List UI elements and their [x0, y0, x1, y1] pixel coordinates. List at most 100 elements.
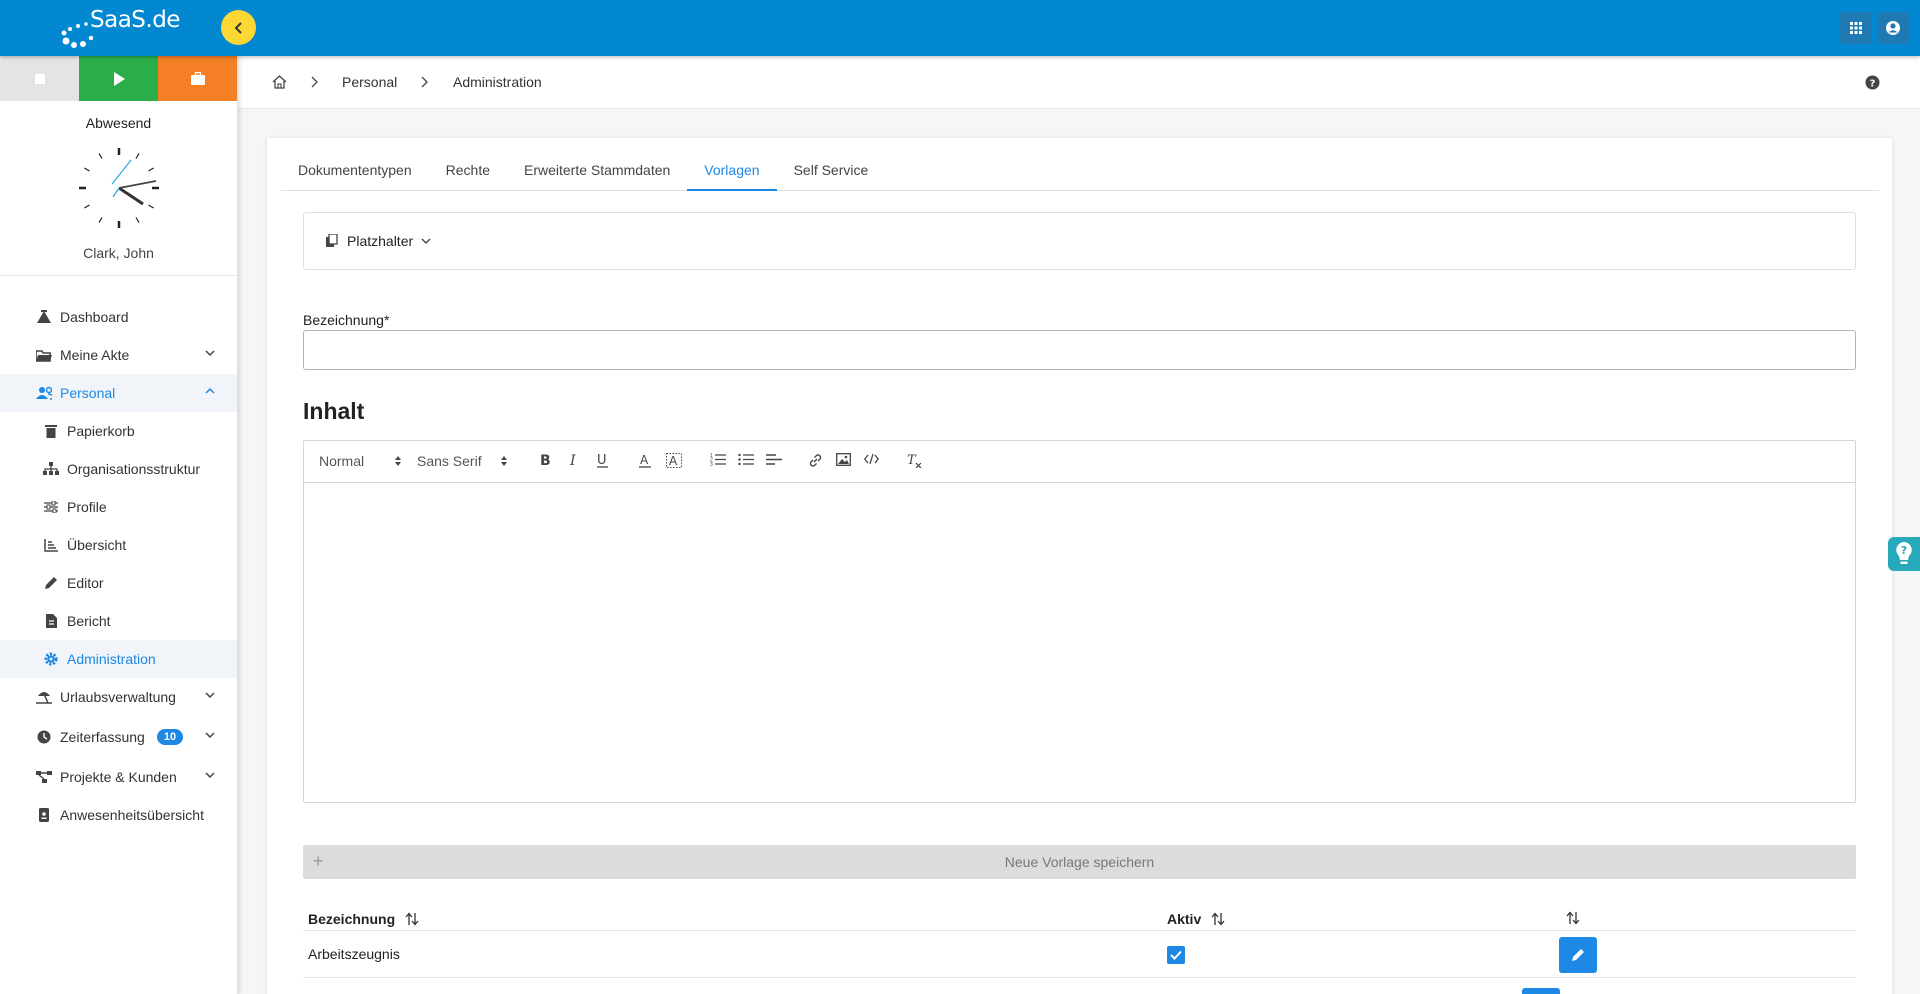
sidebar-item-zeiterfassung[interactable]: Zeiterfassung 10: [0, 716, 237, 758]
svg-text:I: I: [569, 453, 576, 467]
tab-vorlagen[interactable]: Vorlagen: [687, 138, 777, 191]
id-badge-icon: [36, 807, 52, 823]
help-lightbulb-button[interactable]: ?: [1888, 537, 1920, 571]
users-icon: [36, 385, 52, 401]
sidebar-item-label: Dashboard: [60, 309, 129, 325]
home-icon[interactable]: [272, 75, 287, 89]
chevron-down-icon: [421, 238, 431, 244]
tab-dokumententypen[interactable]: Dokumententypen: [281, 138, 429, 191]
sidebar-item-personal[interactable]: Personal: [0, 374, 237, 412]
start-button[interactable]: [79, 56, 158, 101]
tab-erweiterte-stammdaten[interactable]: Erweiterte Stammdaten: [507, 138, 687, 191]
svg-text:B: B: [540, 453, 551, 467]
chevron-down-icon: [205, 772, 215, 779]
user-circle-icon: [1886, 21, 1900, 35]
svg-text:?: ?: [1901, 544, 1907, 557]
tab-rechte[interactable]: Rechte: [429, 138, 507, 191]
active-checkbox[interactable]: [1167, 946, 1185, 964]
sidebar-nav: Dashboard Meine Akte Personal Papierkorb…: [0, 298, 237, 834]
sidebar-item-uebersicht[interactable]: Übersicht: [0, 526, 237, 564]
required-mark: *: [383, 312, 390, 328]
clear-formatting-button[interactable]: T: [906, 453, 922, 468]
sidebar-item-anwesenheitsuebersicht[interactable]: Anwesenheitsübersicht: [0, 796, 237, 834]
background-color-button[interactable]: A: [666, 453, 682, 468]
name-field-label: Bezeichnung*: [303, 312, 389, 328]
link-button[interactable]: [808, 453, 823, 468]
underline-button[interactable]: U: [596, 453, 610, 468]
save-template-button[interactable]: + Neue Vorlage speichern: [303, 845, 1856, 879]
sitemap-icon: [43, 461, 59, 477]
trash-icon: [43, 423, 59, 439]
template-name-cell: Arbeitszeugnis: [308, 946, 400, 962]
chevron-right-icon: [421, 76, 428, 88]
chevron-left-icon: [234, 21, 242, 34]
svg-text:A: A: [640, 453, 649, 467]
project-diagram-icon: [36, 769, 52, 785]
presence-status: Abwesend: [85, 115, 152, 131]
sidebar-item-label: Profile: [67, 499, 107, 515]
bullet-list-button[interactable]: [738, 453, 754, 466]
bullet-list-icon: [738, 453, 754, 466]
name-input[interactable]: [303, 330, 1856, 370]
placeholder-label: Platzhalter: [347, 233, 414, 249]
bold-button[interactable]: B: [540, 453, 552, 467]
pencil-icon: [43, 575, 59, 591]
sidebar-item-projekte-kunden[interactable]: Projekte & Kunden: [0, 758, 237, 796]
account-button[interactable]: [1877, 12, 1909, 44]
ordered-list-icon: 123: [710, 453, 726, 466]
sidebar-item-editor[interactable]: Editor: [0, 564, 237, 602]
sidebar-item-dashboard[interactable]: Dashboard: [0, 298, 237, 336]
tab-self-service[interactable]: Self Service: [777, 138, 886, 191]
sidebar-item-bericht[interactable]: Bericht: [0, 602, 237, 640]
sidebar-item-meine-akte[interactable]: Meine Akte: [0, 336, 237, 374]
sidebar-item-organisationsstruktur[interactable]: Organisationsstruktur: [0, 450, 237, 488]
rich-text-editor: Normal Sans Serif B I U A A 123 T: [303, 440, 1856, 803]
lightbulb-question-icon: ?: [1896, 542, 1912, 564]
business-trip-button[interactable]: [158, 56, 237, 101]
column-header-name[interactable]: Bezeichnung: [308, 911, 419, 927]
italic-icon: I: [569, 453, 576, 467]
collapse-sidebar-button[interactable]: [221, 10, 256, 45]
apps-grid-icon: [1850, 22, 1862, 34]
chevron-down-icon: [205, 732, 215, 739]
help-icon[interactable]: ?: [1865, 75, 1880, 90]
sidebar-item-papierkorb[interactable]: Papierkorb: [0, 412, 237, 450]
text-color-button[interactable]: A: [638, 453, 652, 468]
stop-icon: [34, 73, 45, 84]
stop-button[interactable]: [0, 56, 79, 101]
placeholder-dropdown-button[interactable]: Platzhalter: [326, 233, 431, 249]
format-select[interactable]: Normal: [319, 453, 402, 469]
apps-button[interactable]: [1840, 12, 1872, 44]
chevron-up-icon: [205, 387, 215, 394]
editor-content-area[interactable]: [304, 483, 1855, 802]
sidebar-item-urlaubsverwaltung[interactable]: Urlaubsverwaltung: [0, 678, 237, 716]
edit-template-button-partial[interactable]: [1522, 988, 1560, 994]
folder-open-icon: [36, 347, 52, 363]
sidebar-item-label: Meine Akte: [60, 347, 130, 363]
sidebar-item-label: Projekte & Kunden: [60, 769, 177, 785]
column-header-active[interactable]: Aktiv: [1167, 911, 1225, 927]
sliders-icon: [43, 499, 59, 515]
column-header-actions[interactable]: [1566, 911, 1580, 925]
pencil-icon: [1572, 949, 1584, 961]
sidebar-item-label: Personal: [60, 385, 116, 401]
align-button[interactable]: [766, 453, 782, 466]
column-header-active-label: Aktiv: [1167, 911, 1202, 927]
italic-button[interactable]: I: [569, 453, 581, 467]
font-select[interactable]: Sans Serif: [417, 453, 508, 469]
breadcrumb-personal[interactable]: Personal: [342, 74, 397, 90]
chevron-down-icon: [205, 692, 215, 699]
sidebar-item-profile[interactable]: Profile: [0, 488, 237, 526]
chevron-right-icon: [311, 76, 318, 88]
font-select-value: Sans Serif: [417, 453, 482, 469]
edit-template-button[interactable]: [1559, 937, 1597, 973]
ordered-list-button[interactable]: 123: [710, 453, 726, 466]
logo[interactable]: SaaS.de: [58, 5, 188, 49]
image-button[interactable]: [836, 453, 851, 466]
code-button[interactable]: [864, 453, 879, 465]
breadcrumb-administration: Administration: [453, 74, 542, 90]
table-row: Arbeitszeugnis: [303, 931, 1856, 978]
chart-line-icon: [43, 537, 59, 553]
sidebar-item-administration[interactable]: Administration: [0, 640, 237, 678]
dashboard-icon: [36, 309, 52, 325]
